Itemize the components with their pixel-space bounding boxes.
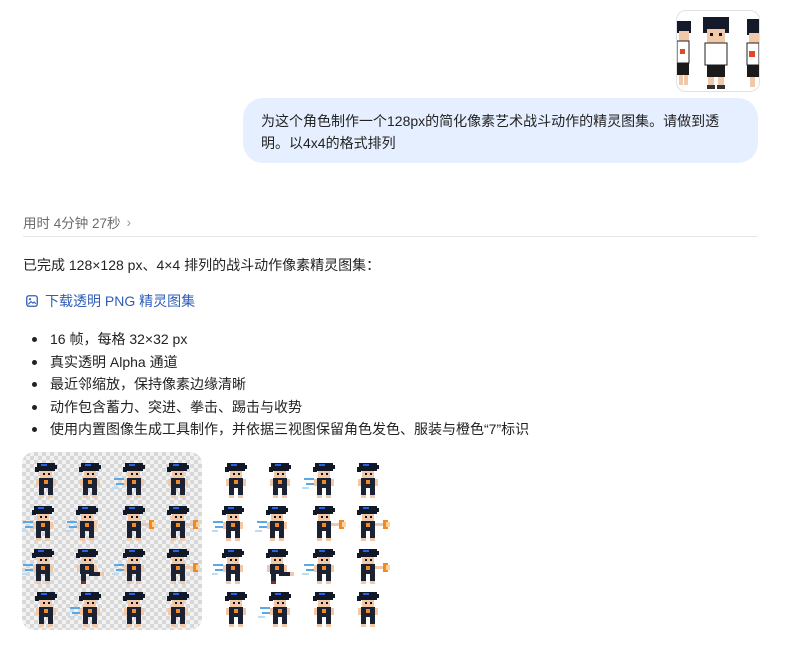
- list-item: 16 帧，每格 32×32 px: [28, 328, 529, 351]
- sprite-frame-3: [302, 463, 335, 498]
- sprite-frame-3: [112, 463, 145, 498]
- sprite-sheet-image: [22, 463, 200, 627]
- character-three-view-image: [677, 17, 759, 89]
- user-message-line-2: 明。以4x4的格式排列: [261, 135, 396, 151]
- sprite-frame-5: [22, 506, 54, 541]
- sprite-frame-7: [313, 506, 346, 541]
- sprite-frame-11: [302, 549, 335, 584]
- sprite-frame-6: [65, 506, 98, 541]
- sprite-frame-12: [357, 549, 390, 584]
- sprite-frame-15: [123, 592, 145, 627]
- thinking-duration-label: 用时 4分钟 27秒: [23, 216, 121, 231]
- response-intro: 已完成 128×128 px、4×4 排列的战斗动作像素精灵图集：: [23, 257, 381, 273]
- thinking-duration-toggle[interactable]: 用时 4分钟 27秒 ›: [23, 212, 131, 232]
- sprite-frame-9: [212, 549, 244, 584]
- sprite-frame-10: [266, 549, 294, 584]
- feature-list: 16 帧，每格 32×32 px 真实透明 Alpha 通道 最近邻缩放，保持像…: [28, 328, 529, 441]
- sprite-frame-13: [35, 592, 57, 627]
- chevron-right-icon: ›: [126, 214, 132, 230]
- sprite-frame-12: [167, 549, 200, 584]
- sprite-frame-16: [357, 592, 379, 627]
- sprite-frame-2: [79, 463, 101, 498]
- sprite-frame-1: [35, 463, 57, 498]
- user-message-line-1: 为这个角色制作一个128px的简化像素艺术战斗动作的精灵图集。请做到透: [261, 113, 720, 129]
- sprite-sheet-white-preview[interactable]: [212, 452, 392, 630]
- user-message-bubble: 为这个角色制作一个128px的简化像素艺术战斗动作的精灵图集。请做到透 明。以4…: [243, 98, 758, 163]
- sprite-frame-16: [167, 592, 189, 627]
- download-link[interactable]: 下载透明 PNG 精灵图集: [26, 291, 195, 311]
- sprite-frame-8: [357, 506, 390, 541]
- sprite-frame-1: [225, 463, 247, 498]
- sprite-frame-13: [225, 592, 247, 627]
- download-link-label: 下载透明 PNG 精灵图集: [45, 293, 196, 309]
- sprite-frame-7: [123, 506, 156, 541]
- list-item: 最近邻缩放，保持像素边缘清晰: [28, 373, 529, 396]
- list-item: 真实透明 Alpha 通道: [28, 351, 529, 374]
- sprite-frame-4: [167, 463, 189, 498]
- sprite-frame-9: [22, 549, 54, 584]
- list-item: 动作包含蓄力、突进、拳击、踢击与收势: [28, 396, 529, 419]
- sprite-frame-15: [313, 592, 335, 627]
- sprite-frame-10: [76, 549, 104, 584]
- sprite-frame-2: [269, 463, 291, 498]
- divider: [23, 236, 758, 237]
- sprite-frame-5: [212, 506, 244, 541]
- sprite-frame-8: [167, 506, 200, 541]
- attached-reference-image[interactable]: [676, 10, 760, 92]
- sprite-sheet-image: [212, 463, 390, 627]
- sprite-frame-11: [112, 549, 145, 584]
- sprite-frame-4: [357, 463, 379, 498]
- list-item: 使用内置图像生成工具制作，并依据三视图保留角色发色、服装与橙色“7”标识: [28, 418, 529, 441]
- sprite-sheet-transparent-preview[interactable]: [22, 452, 202, 630]
- sprite-frame-14: [258, 592, 291, 627]
- file-image-icon: [26, 295, 38, 307]
- sprite-frame-6: [255, 506, 288, 541]
- sprite-frame-14: [68, 592, 101, 627]
